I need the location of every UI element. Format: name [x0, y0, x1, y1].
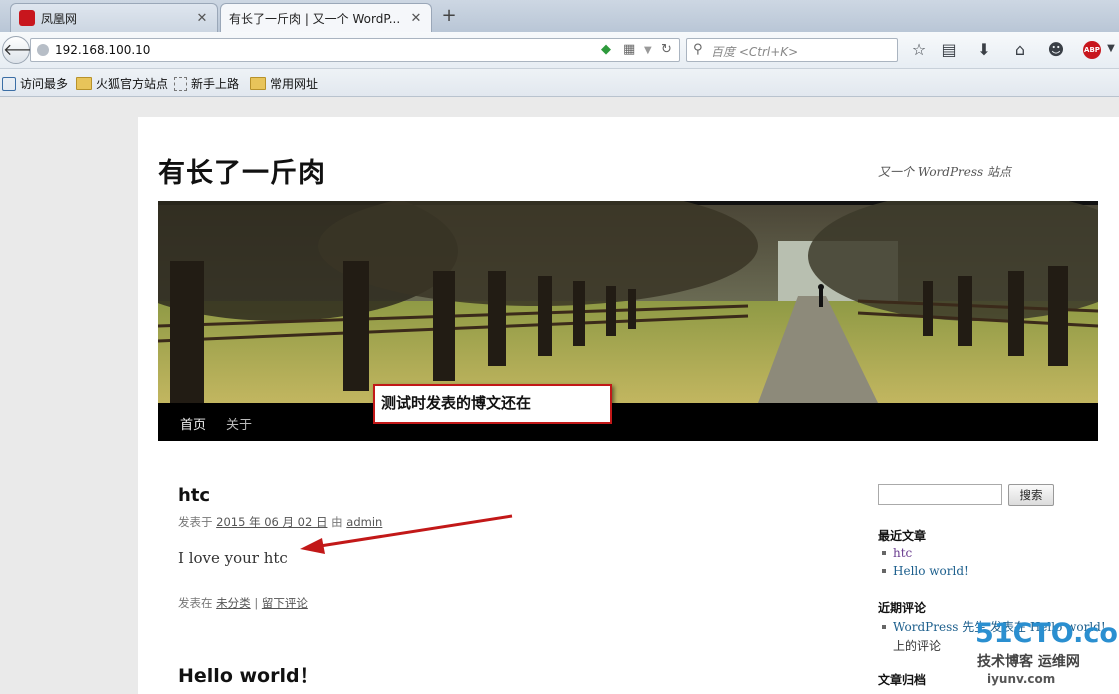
annotation-callout: 测试时发表的博文还在: [373, 384, 612, 424]
watermark-line2: 技术博客 运维网: [977, 654, 1080, 670]
annotation-arrow: [300, 514, 513, 554]
watermark-line1: 51CTO.com: [975, 618, 1119, 649]
watermark-line3: iyunv.com: [987, 672, 1056, 686]
watermark: 51CTO.com 技术博客 运维网 iyunv.com: [975, 618, 1119, 694]
